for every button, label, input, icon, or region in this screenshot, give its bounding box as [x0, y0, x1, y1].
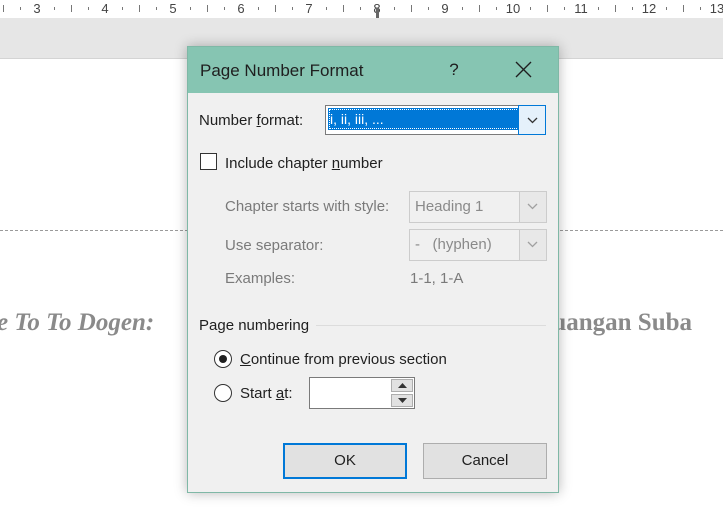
ruler-tick — [598, 7, 599, 10]
ruler-tick — [122, 7, 123, 10]
separator-dropdown-button[interactable] — [519, 230, 546, 260]
chapter-style-dropdown-button[interactable] — [519, 192, 546, 222]
ruler-tick — [496, 7, 497, 10]
ruler-tick — [615, 5, 616, 12]
ruler-tick — [3, 5, 4, 12]
arrow-down-icon — [398, 398, 407, 403]
start-at-label[interactable]: Start at: — [240, 385, 293, 402]
include-chapter-number-label[interactable]: Include chapter number — [225, 155, 383, 172]
ruler-tick — [326, 7, 327, 10]
page-number-format-dialog: Page Number Format ? Number format: i, i… — [187, 46, 559, 493]
tab-stop-marker[interactable] — [376, 8, 379, 18]
ruler-tick — [394, 7, 395, 10]
ruler-tick — [54, 7, 55, 10]
ruler-tick — [88, 7, 89, 10]
help-button[interactable]: ? — [434, 47, 474, 93]
ruler-tick — [666, 7, 667, 10]
ruler-tick — [156, 7, 157, 10]
separator-dropdown[interactable]: - (hyphen) — [409, 229, 547, 261]
document-text-left: e To To Dogen: — [0, 309, 155, 336]
number-format-dropdown[interactable]: i, ii, iii, ... — [325, 105, 546, 135]
ruler-tick — [224, 7, 225, 10]
ruler-tick — [207, 5, 208, 12]
ruler-tick — [428, 7, 429, 10]
ruler-number: 11 — [574, 1, 588, 16]
ruler-number: 12 — [641, 1, 657, 16]
document-text-right: juangan Suba — [544, 309, 692, 336]
chapter-style-dropdown[interactable]: Heading 1 — [409, 191, 547, 223]
ruler-tick — [479, 5, 480, 12]
chapter-style-label: Chapter starts with style: — [225, 198, 390, 215]
chevron-down-icon — [527, 203, 538, 210]
ruler-tick — [71, 5, 72, 12]
ruler-tick — [462, 7, 463, 10]
ruler-tick — [275, 5, 276, 12]
ruler-tick — [20, 7, 21, 10]
spin-up-button[interactable] — [391, 379, 413, 392]
separator-value: - (hyphen) — [415, 236, 492, 253]
close-button[interactable] — [503, 55, 543, 85]
horizontal-ruler[interactable]: 345678910111213 — [0, 0, 723, 18]
ruler-tick — [360, 7, 361, 10]
ruler-tick — [411, 5, 412, 12]
ruler-tick — [139, 5, 140, 12]
ruler-number: 3 — [33, 1, 41, 16]
ruler-tick — [683, 5, 684, 12]
cancel-button[interactable]: Cancel — [423, 443, 547, 479]
ruler-tick — [564, 7, 565, 10]
page-numbering-group-label: Page numbering — [199, 317, 310, 334]
ruler-tick — [343, 5, 344, 12]
number-format-dropdown-button[interactable] — [518, 105, 546, 135]
ruler-tick — [547, 5, 548, 12]
chapter-style-value: Heading 1 — [415, 198, 484, 215]
ruler-tick — [292, 7, 293, 10]
ruler-number: 9 — [441, 1, 449, 16]
examples-label: Examples: — [225, 270, 296, 287]
chevron-down-icon — [527, 117, 538, 124]
ruler-number: 5 — [169, 1, 177, 16]
spin-down-button[interactable] — [391, 394, 413, 407]
ruler-tick — [632, 7, 633, 10]
ok-button[interactable]: OK — [283, 443, 407, 479]
ruler-number: 10 — [505, 1, 521, 16]
dialog-title: Page Number Format — [200, 61, 364, 80]
dialog-titlebar[interactable]: Page Number Format ? — [188, 47, 558, 93]
include-chapter-number-checkbox[interactable] — [200, 153, 217, 170]
ruler-tick — [530, 7, 531, 10]
ruler-tick — [700, 7, 701, 10]
separator-label: Use separator: — [225, 237, 324, 254]
ruler-tick — [258, 7, 259, 10]
start-at-radio[interactable] — [214, 384, 232, 402]
chevron-down-icon — [527, 241, 538, 248]
close-icon — [515, 61, 532, 78]
number-format-value: i, ii, iii, ... — [328, 108, 520, 130]
number-format-label: Number format: — [199, 112, 304, 129]
start-at-spinner[interactable] — [309, 377, 415, 409]
ruler-number: 7 — [305, 1, 313, 16]
ruler-number: 4 — [101, 1, 109, 16]
ruler-tick — [190, 7, 191, 10]
continue-from-previous-label[interactable]: Continue from previous section — [240, 351, 447, 368]
group-divider — [316, 325, 546, 326]
ruler-number: 13 — [709, 1, 723, 16]
ruler-number: 6 — [237, 1, 245, 16]
continue-from-previous-radio[interactable] — [214, 350, 232, 368]
arrow-up-icon — [398, 383, 407, 388]
examples-value: 1-1, 1-A — [410, 270, 464, 287]
